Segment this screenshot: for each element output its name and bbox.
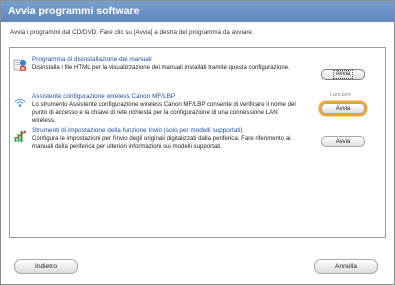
back-button-label: Indietro [35,263,57,270]
launch-send-function-tools-button[interactable]: Avvia [321,136,365,147]
button-label: Avvia [335,138,351,145]
button-label: Avvia [335,105,351,112]
wireless-setup-icon [14,98,26,107]
program-description: Lo strumento Assistente configurazione w… [32,101,296,124]
cancel-button-label: Annulla [335,263,357,270]
cancel-button[interactable]: Annulla [314,259,378,274]
back-button[interactable]: Indietro [14,259,78,274]
program-title: Programma di disinstallazione dei manual… [32,56,152,63]
program-status: Lanciare [330,92,352,98]
launch-manual-uninstaller-button[interactable]: Avvia [321,69,365,80]
program-title: Assistente configurazione wireless Canon… [32,93,176,100]
title-bar: Avvia programmi software [0,0,395,22]
window-title: Avvia programmi software [8,5,140,17]
program-description: Configura le impostazioni per l'invio de… [32,135,291,150]
uninstall-manual-icon [13,59,26,71]
program-description: Disinstalla i file HTML per la visualizz… [32,64,290,71]
program-list-panel: Programma di disinstallazione dei manual… [9,47,386,238]
button-label: Avvia [332,70,354,79]
launch-wireless-setup-button[interactable]: Avvia [321,103,365,114]
instruction-text: Avvia i programmi dal CD/DVD. Fare clic … [10,29,254,36]
program-title: Strumenti di impostazione della funzione… [32,127,243,134]
send-function-icon [14,130,26,142]
